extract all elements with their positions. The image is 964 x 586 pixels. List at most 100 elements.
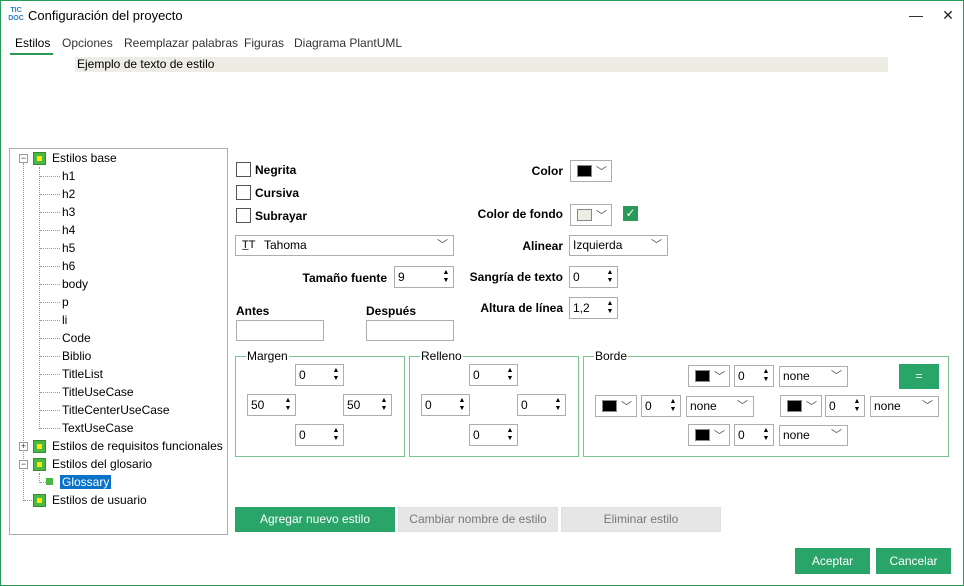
margin-right-stepper[interactable]: 50 ▲ ▼ <box>343 394 392 416</box>
accept-button[interactable]: Aceptar <box>795 548 870 574</box>
padding-top-value: 0 <box>473 368 480 382</box>
spin-arrows-icon[interactable]: ▲ ▼ <box>853 398 861 414</box>
italic-label: Cursiva <box>255 186 300 200</box>
tree-item-h4[interactable]: h4 <box>62 223 75 237</box>
margin-left-value: 50 <box>251 398 265 412</box>
window-title: Configuración del proyecto <box>28 8 183 23</box>
tree-item-h2[interactable]: h2 <box>62 187 75 201</box>
text-indent-stepper[interactable]: 0 ▲ ▼ <box>569 266 618 288</box>
border-equal-button[interactable]: = <box>899 364 939 389</box>
italic-checkbox[interactable] <box>236 185 251 200</box>
expander-estilos-glosario[interactable]: − <box>19 460 28 469</box>
tree-item-body[interactable]: body <box>62 277 88 291</box>
tree-group-estilos-requisitos-funcionales[interactable]: Estilos de requisitos funcionales <box>52 439 223 453</box>
tree-item-h1[interactable]: h1 <box>62 169 75 183</box>
underline-checkbox[interactable] <box>236 208 251 223</box>
spin-arrows-icon[interactable]: ▲ ▼ <box>606 300 614 316</box>
border-left-width-stepper[interactable]: 0 ▲ ▼ <box>641 395 681 417</box>
minimize-button[interactable]: — <box>902 4 930 26</box>
border-left-color-picker[interactable]: ﹀ <box>595 395 637 417</box>
spin-arrows-icon[interactable]: ▲ ▼ <box>762 368 770 384</box>
border-right-style-select[interactable]: none ﹀ <box>870 396 939 417</box>
delete-style-button[interactable]: Eliminar estilo <box>561 507 721 532</box>
tree-item-h3[interactable]: h3 <box>62 205 75 219</box>
tree-item-titlelist[interactable]: TitleList <box>62 367 103 381</box>
chevron-down-icon: ﹀ <box>437 239 448 251</box>
before-input[interactable] <box>236 320 324 341</box>
spin-arrows-icon[interactable]: ▲ ▼ <box>762 427 770 443</box>
bold-checkbox[interactable] <box>236 162 251 177</box>
margin-left-stepper[interactable]: 50 ▲ ▼ <box>247 394 296 416</box>
tree-item-li[interactable]: li <box>62 313 67 327</box>
spin-arrows-icon[interactable]: ▲ ▼ <box>332 427 340 443</box>
border-top-style-select[interactable]: none ﹀ <box>779 366 848 387</box>
tab-estilos[interactable]: Estilos <box>15 36 50 50</box>
border-left-style-value: none <box>690 399 717 413</box>
border-bottom-color-picker[interactable]: ﹀ <box>688 424 730 446</box>
spin-arrows-icon[interactable]: ▲ ▼ <box>442 269 450 285</box>
border-top-width-stepper[interactable]: 0 ▲ ▼ <box>734 365 774 387</box>
tree-item-code[interactable]: Code <box>62 331 91 345</box>
border-top-color-picker[interactable]: ﹀ <box>688 365 730 387</box>
border-right-color-picker[interactable]: ﹀ <box>780 395 822 417</box>
after-label: Después <box>366 304 417 318</box>
padding-top-stepper[interactable]: 0 ▲ ▼ <box>469 364 518 386</box>
spin-arrows-icon[interactable]: ▲ ▼ <box>506 427 514 443</box>
padding-bottom-stepper[interactable]: 0 ▲ ▼ <box>469 424 518 446</box>
tab-figuras[interactable]: Figuras <box>244 36 284 50</box>
after-input[interactable] <box>366 320 454 341</box>
spin-arrows-icon[interactable]: ▲ ▼ <box>669 398 677 414</box>
spin-arrows-icon[interactable]: ▲ ▼ <box>554 397 562 413</box>
close-icon[interactable]: ✕ <box>934 4 962 26</box>
background-color-picker[interactable]: ﹀ <box>570 204 612 226</box>
add-style-button[interactable]: Agregar nuevo estilo <box>235 507 395 532</box>
spin-arrows-icon[interactable]: ▲ ▼ <box>458 397 466 413</box>
tree-item-glossary[interactable]: Glossary <box>60 475 112 489</box>
align-select[interactable]: Izquierda ﹀ <box>569 235 668 256</box>
tree-item-titleusecase[interactable]: TitleUseCase <box>62 385 134 399</box>
padding-right-stepper[interactable]: 0 ▲ ▼ <box>517 394 566 416</box>
tree-item-textusecase[interactable]: TextUseCase <box>62 421 133 435</box>
tree-item-p[interactable]: p <box>62 295 69 309</box>
border-bottom-width-stepper[interactable]: 0 ▲ ▼ <box>734 424 774 446</box>
text-color-picker[interactable]: ﹀ <box>570 160 612 182</box>
tab-diagrama-plantuml[interactable]: Diagrama PlantUML <box>294 36 402 50</box>
spin-arrows-icon[interactable]: ▲ ▼ <box>284 397 292 413</box>
tree-item-h6[interactable]: h6 <box>62 259 75 273</box>
margin-bottom-stepper[interactable]: 0 ▲ ▼ <box>295 424 344 446</box>
tree-group-estilos-base[interactable]: Estilos base <box>52 151 117 165</box>
background-color-enabled-checkbox[interactable] <box>623 206 638 221</box>
cancel-button[interactable]: Cancelar <box>876 548 951 574</box>
chevron-down-icon: ﹀ <box>737 400 748 412</box>
spin-arrows-icon[interactable]: ▲ ▼ <box>380 397 388 413</box>
styles-tree[interactable]: − Estilos base h1 h2 h3 h4 h5 h6 body p … <box>9 148 228 535</box>
tree-group-estilos-del-glosario[interactable]: Estilos del glosario <box>52 457 152 471</box>
folder-icon <box>33 152 46 165</box>
tree-item-h5[interactable]: h5 <box>62 241 75 255</box>
border-top-style-value: none <box>783 369 810 383</box>
padding-left-stepper[interactable]: 0 ▲ ▼ <box>421 394 470 416</box>
color-swatch <box>577 209 592 221</box>
color-swatch <box>787 400 802 412</box>
border-right-width-stepper[interactable]: 0 ▲ ▼ <box>825 395 865 417</box>
line-height-stepper[interactable]: 1,2 ▲ ▼ <box>569 297 618 319</box>
spin-arrows-icon[interactable]: ▲ ▼ <box>506 367 514 383</box>
font-icon: T̲T <box>242 239 256 251</box>
tree-item-titlecenterusecase[interactable]: TitleCenterUseCase <box>62 403 170 417</box>
spin-arrows-icon[interactable]: ▲ ▼ <box>332 367 340 383</box>
color-swatch <box>602 400 617 412</box>
font-size-stepper[interactable]: 9 ▲ ▼ <box>394 266 454 288</box>
expander-estilos-base[interactable]: − <box>19 154 28 163</box>
border-bottom-style-select[interactable]: none ﹀ <box>779 425 848 446</box>
border-left-style-select[interactable]: none ﹀ <box>686 396 754 417</box>
tree-group-estilos-de-usuario[interactable]: Estilos de usuario <box>52 493 147 507</box>
tab-reemplazar-palabras[interactable]: Reemplazar palabras <box>124 36 238 50</box>
tree-item-biblio[interactable]: Biblio <box>62 349 91 363</box>
margin-top-stepper[interactable]: 0 ▲ ▼ <box>295 364 344 386</box>
chevron-down-icon: ﹀ <box>596 166 607 178</box>
rename-style-button[interactable]: Cambiar nombre de estilo <box>398 507 558 532</box>
tab-opciones[interactable]: Opciones <box>62 36 113 50</box>
expander-estilos-requisitos[interactable]: + <box>19 442 28 451</box>
font-family-select[interactable]: T̲T Tahoma ﹀ <box>235 235 454 256</box>
spin-arrows-icon[interactable]: ▲ ▼ <box>606 269 614 285</box>
